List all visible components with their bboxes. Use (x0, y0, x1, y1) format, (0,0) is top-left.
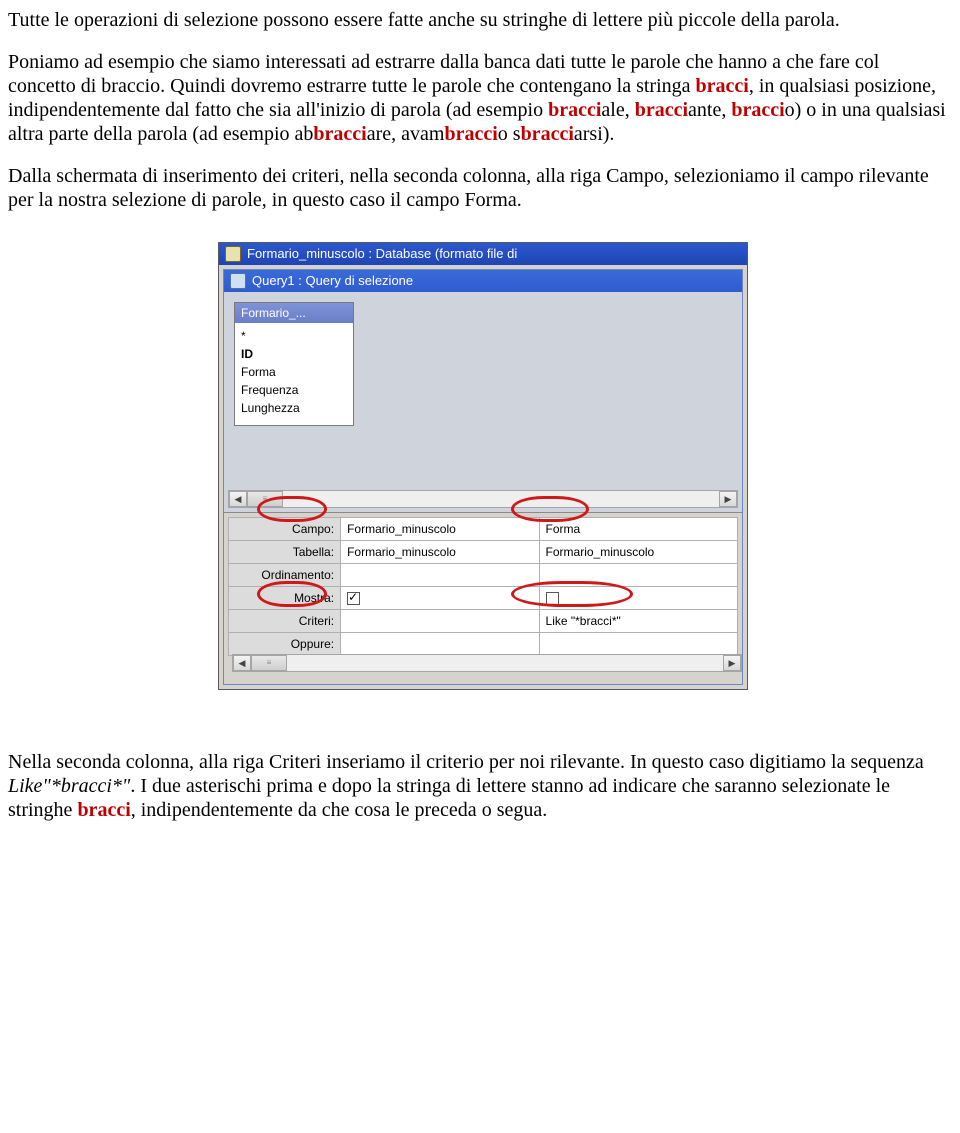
outer-title-text: Formario_minuscolo : Database (formato f… (247, 246, 517, 262)
top-pane-scrollbar[interactable]: ◀ ≡ ▶ (228, 490, 738, 508)
cell-tabella-col1[interactable]: Formario_minuscolo (341, 541, 539, 564)
p2-h4: bracci (731, 99, 784, 121)
grid-scroll-thumb[interactable]: ≡ (251, 655, 287, 671)
inner-window-titlebar[interactable]: Query1 : Query di selezione (224, 270, 742, 292)
scroll-thumb[interactable]: ≡ (247, 491, 283, 507)
row-label-ordinamento: Ordinamento: (229, 564, 341, 587)
field-list-box[interactable]: Formario_... * ID Forma Frequenza Lunghe… (234, 302, 354, 426)
paragraph-4: Nella seconda colonna, alla riga Criteri… (8, 750, 948, 822)
checkbox-mostra-col1[interactable] (347, 592, 360, 605)
cell-oppure-col2[interactable] (539, 633, 737, 656)
p4-i1: Like"*bracci*" (8, 775, 130, 797)
p2-t3: ale, (601, 99, 634, 121)
cell-campo-col1[interactable]: Formario_minuscolo (341, 518, 539, 541)
query-icon (230, 273, 246, 289)
grid-scrollbar[interactable]: ◀ ≡ ▶ (232, 654, 742, 672)
p4-h1: bracci (77, 799, 130, 821)
field-box-header[interactable]: Formario_... (235, 303, 353, 323)
p2-t6: are, avam (367, 123, 445, 145)
scroll-right-button[interactable]: ▶ (719, 491, 737, 507)
row-label-campo: Campo: (229, 518, 341, 541)
table-list-pane: Formario_... * ID Forma Frequenza Lunghe… (224, 292, 742, 513)
checkbox-mostra-col2[interactable] (546, 592, 559, 605)
p4-t1: Nella seconda colonna, alla riga Criteri… (8, 751, 924, 773)
p2-h1: bracci (696, 75, 749, 97)
cell-oppure-col1[interactable] (341, 633, 539, 656)
row-label-oppure: Oppure: (229, 633, 341, 656)
p2-h7: bracci (521, 123, 574, 145)
field-id[interactable]: ID (241, 345, 347, 363)
scroll-track[interactable]: ≡ (247, 491, 719, 507)
paragraph-3: Dalla schermata di inserimento dei crite… (8, 164, 948, 212)
p2-h5: bracci (313, 123, 366, 145)
paragraph-1: Tutte le operazioni di selezione possono… (8, 8, 948, 32)
row-label-mostra: Mostra: (229, 587, 341, 610)
row-label-tabella: Tabella: (229, 541, 341, 564)
screenshot: Formario_minuscolo : Database (formato f… (218, 242, 748, 690)
p2-h3: bracci (635, 99, 688, 121)
grid-scroll-left-button[interactable]: ◀ (233, 655, 251, 671)
row-label-criteri: Criteri: (229, 610, 341, 633)
grid-scroll-track[interactable]: ≡ (251, 655, 723, 671)
design-grid-pane: Campo: Formario_minuscolo Forma Tabella:… (224, 513, 742, 684)
field-star[interactable]: * (241, 327, 347, 345)
database-icon (225, 246, 241, 262)
p2-h2: bracci (548, 99, 601, 121)
cell-criteri-col1[interactable] (341, 610, 539, 633)
inner-window: Query1 : Query di selezione Formario_...… (223, 269, 743, 685)
p2-t7: o s (498, 123, 521, 145)
p2-t4: ante, (688, 99, 731, 121)
p2-h6: bracci (444, 123, 497, 145)
cell-campo-col2[interactable]: Forma (539, 518, 737, 541)
paragraph-2: Poniamo ad esempio che siamo interessati… (8, 50, 948, 146)
cell-criteri-col2[interactable]: Like "*bracci*" (539, 610, 737, 633)
field-lunghezza[interactable]: Lunghezza (241, 399, 347, 417)
field-frequenza[interactable]: Frequenza (241, 381, 347, 399)
field-forma[interactable]: Forma (241, 363, 347, 381)
cell-mostra-col2[interactable] (539, 587, 737, 610)
grid-scroll-right-button[interactable]: ▶ (723, 655, 741, 671)
cell-ordinamento-col1[interactable] (341, 564, 539, 587)
query-design-grid: Campo: Formario_minuscolo Forma Tabella:… (228, 517, 738, 656)
scroll-left-button[interactable]: ◀ (229, 491, 247, 507)
p2-t8: arsi). (574, 123, 615, 145)
cell-mostra-col1[interactable] (341, 587, 539, 610)
outer-window-titlebar[interactable]: Formario_minuscolo : Database (formato f… (219, 243, 747, 265)
p4-t3: , indipendentemente da che cosa le prece… (131, 799, 547, 821)
inner-title-text: Query1 : Query di selezione (252, 273, 413, 289)
cell-tabella-col2[interactable]: Formario_minuscolo (539, 541, 737, 564)
cell-ordinamento-col2[interactable] (539, 564, 737, 587)
